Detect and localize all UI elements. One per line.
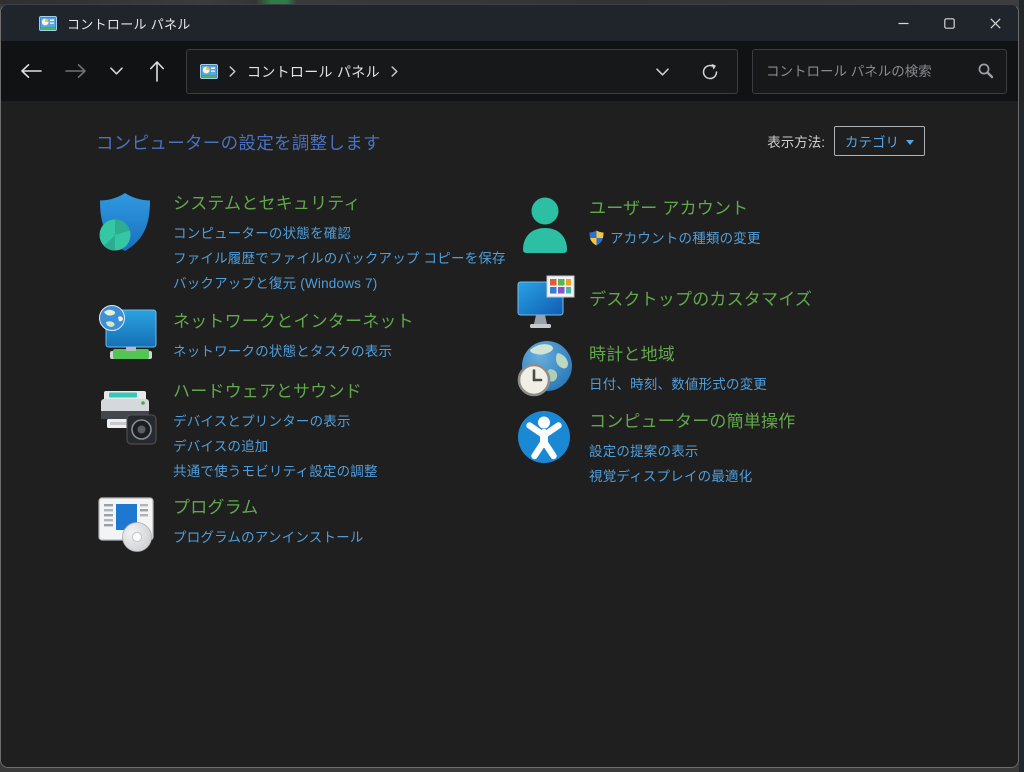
globe-clock-icon[interactable] [516,339,589,404]
search-icon[interactable] [977,62,994,79]
category-title[interactable]: ユーザー アカウント [589,198,748,220]
network-icon[interactable] [96,305,173,368]
category-title[interactable]: デスクトップのカスタマイズ [589,289,812,311]
category-hardware-sound: ハードウェアとサウンド デバイスとプリンターの表示 デバイスの追加 共通で使うモ… [96,379,378,484]
back-button[interactable] [13,53,49,89]
up-button[interactable] [139,53,175,89]
task-link-uac[interactable]: アカウントの種類の変更 [589,226,761,251]
refresh-icon [701,63,719,81]
page-title: コンピューターの設定を調整します [96,130,381,155]
window-title: コントロール パネル [67,14,191,33]
task-link[interactable]: 設定の提案の表示 [589,439,795,464]
task-link[interactable]: デバイスとプリンターの表示 [173,409,378,434]
breadcrumb-chevron-icon[interactable] [391,66,398,77]
task-link[interactable]: 日付、時刻、数値形式の変更 [589,372,767,397]
task-link[interactable]: ファイル履歴でファイルのバックアップ コピーを保存 [173,246,506,271]
uac-shield-icon [589,230,604,246]
category-title[interactable]: システムとセキュリティ [173,193,361,215]
forward-arrow-icon [65,63,87,79]
content-area: コンピューターの設定を調整します 表示方法: カテゴリ システムと [1,101,1018,767]
category-title[interactable]: 時計と地域 [589,344,675,366]
view-by-control: 表示方法: カテゴリ [767,125,925,157]
search-input[interactable] [766,64,968,79]
chevron-down-icon [656,68,669,76]
address-bar[interactable]: コントロール パネル [186,49,738,94]
monitor-tiles-icon[interactable] [516,275,589,336]
category-title[interactable]: ハードウェアとサウンド [173,381,362,403]
refresh-button[interactable] [693,50,727,93]
breadcrumb-location[interactable]: コントロール パネル [247,62,380,82]
task-link[interactable]: 共通で使うモビリティ設定の調整 [173,459,378,484]
search-box[interactable] [752,49,1007,94]
chevron-down-icon [110,67,123,75]
category-user-accounts: ユーザー アカウント アカウントの種類の変更 [516,196,761,261]
user-icon[interactable] [516,196,589,261]
close-icon [990,18,1001,29]
printer-speaker-icon[interactable] [96,379,173,484]
maximize-button[interactable] [926,5,972,41]
program-disc-icon[interactable] [96,495,173,558]
category-programs: プログラム プログラムのアンインストール [96,495,364,558]
category-title[interactable]: コンピューターの簡単操作 [589,411,795,433]
task-link[interactable]: 視覚ディスプレイの最適化 [589,464,795,489]
minimize-icon [898,18,909,29]
task-link[interactable]: ネットワークの状態とタスクの表示 [173,339,414,364]
control-panel-window: コントロール パネル [0,4,1019,768]
navigation-bar: コントロール パネル [1,41,1018,101]
up-arrow-icon [149,60,165,82]
view-by-label: 表示方法: [767,131,825,151]
task-link[interactable]: バックアップと復元 (Windows 7) [173,271,506,296]
address-dropdown-button[interactable] [645,50,679,93]
task-link[interactable]: コンピューターの状態を確認 [173,221,506,246]
task-link[interactable]: プログラムのアンインストール [173,525,364,550]
category-system-security: システムとセキュリティ コンピューターの状態を確認 ファイル履歴でファイルのバッ… [96,191,506,296]
control-panel-icon [39,16,57,31]
shield-icon[interactable] [96,191,173,296]
background-desktop-strip-right [1019,0,1024,772]
task-link[interactable]: デバイスの追加 [173,434,378,459]
close-button[interactable] [972,5,1018,41]
category-title[interactable]: プログラム [173,497,259,519]
view-by-dropdown[interactable]: カテゴリ [834,126,925,156]
view-by-value: カテゴリ [845,131,899,151]
category-title[interactable]: ネットワークとインターネット [173,311,414,333]
breadcrumb-chevron-icon [229,66,236,77]
minimize-button[interactable] [880,5,926,41]
caret-down-icon [906,140,914,145]
forward-button[interactable] [58,53,94,89]
back-arrow-icon [20,63,42,79]
category-ease-of-access: コンピューターの簡単操作 設定の提案の表示 視覚ディスプレイの最適化 [516,409,795,489]
category-clock-region: 時計と地域 日付、時刻、数値形式の変更 [516,339,767,404]
accessibility-icon[interactable] [516,409,589,489]
category-appearance: デスクトップのカスタマイズ [516,275,812,336]
maximize-icon [944,18,955,29]
recent-pages-button[interactable] [98,53,134,89]
titlebar[interactable]: コントロール パネル [1,5,1018,41]
category-network-internet: ネットワークとインターネット ネットワークの状態とタスクの表示 [96,305,414,368]
control-panel-icon [200,64,218,79]
